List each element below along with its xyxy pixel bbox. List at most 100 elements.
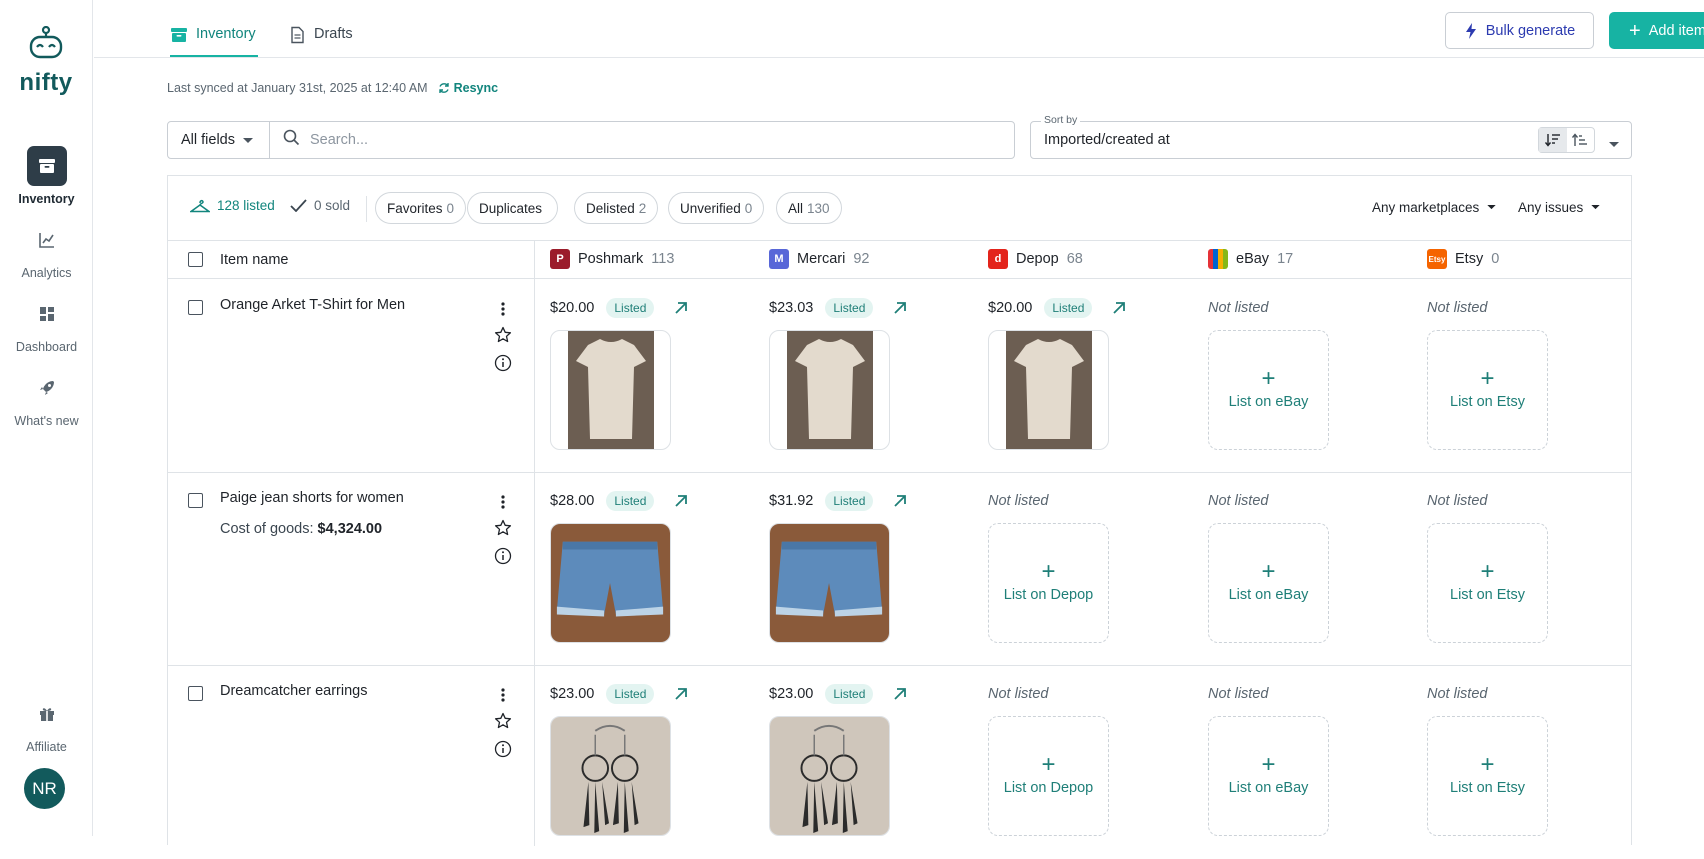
nav-inventory[interactable]: Inventory [0,146,93,206]
chip-label: Favorites [387,200,443,216]
issues-dropdown[interactable]: Any issues [1518,200,1600,215]
list-on-ebay-button[interactable]: + List on eBay [1208,523,1329,643]
caret-down-icon [1591,205,1600,210]
add-item-button[interactable]: + Add item [1609,12,1704,49]
column-ebay[interactable]: eBay 17 [1208,249,1293,269]
external-link-icon[interactable] [893,687,907,701]
sort-ascending-icon[interactable] [1567,128,1595,152]
price: $20.00 [988,300,1033,316]
more-options-icon[interactable] [501,302,505,316]
chip-delisted[interactable]: Delisted 2 [574,192,659,224]
list-on-depop-button[interactable]: + List on Depop [988,716,1109,836]
plus-icon: + [1261,751,1276,778]
list-on-depop-button[interactable]: + List on Depop [988,523,1109,643]
ebay-logo-icon [1208,249,1228,269]
caret-down-icon[interactable] [1609,135,1619,153]
table-header: Item name P Poshmark 113 M Mercari 92 d … [168,241,1631,279]
tab-drafts[interactable]: Drafts [288,26,353,57]
earrings-photo[interactable] [769,716,890,836]
chip-favorites[interactable]: Favorites 0 [375,192,467,224]
issues-dropdown-label: Any issues [1518,200,1584,215]
sort-select[interactable]: Sort by Imported/created at [1030,114,1632,159]
column-poshmark[interactable]: P Poshmark 113 [550,249,674,269]
nav-whats-new-label: What's new [14,414,79,428]
nav-dashboard[interactable]: Dashboard [0,294,93,354]
field-select[interactable]: All fields [167,121,270,159]
row-checkbox[interactable] [188,686,203,701]
sort-descending-icon[interactable] [1539,128,1567,152]
chip-count: 0 [744,200,753,216]
list-on-etsy-button[interactable]: + List on Etsy [1427,716,1548,836]
tshirt-photo[interactable] [550,330,671,450]
select-all-checkbox[interactable] [188,252,203,267]
marketplace-count: 0 [1491,251,1500,267]
column-depop[interactable]: d Depop 68 [988,249,1083,269]
price: $28.00 [550,493,595,509]
column-mercari[interactable]: M Mercari 92 [769,249,869,269]
column-etsy[interactable]: Etsy Etsy 0 [1427,249,1499,269]
list-on-ebay-button[interactable]: + List on eBay [1208,716,1329,836]
row-checkbox[interactable] [188,493,203,508]
nav-whats-new[interactable]: What's new [0,368,93,428]
more-options-icon[interactable] [501,688,505,702]
more-options-icon[interactable] [501,495,505,509]
external-link-icon[interactable] [674,687,688,701]
tab-inventory[interactable]: Inventory [170,26,258,57]
chip-all[interactable]: All 130 [776,192,842,224]
list-on-ebay-button[interactable]: + List on eBay [1208,330,1329,450]
info-icon[interactable] [494,547,512,565]
mercari-cell: $31.92 Listed [769,489,969,659]
item-name[interactable]: Dreamcatcher earrings [220,683,367,699]
tshirt-photo[interactable] [769,330,890,450]
status-badge: Listed [825,684,874,704]
cost-of-goods-value: $4,324.00 [317,521,383,537]
favorite-star-icon[interactable] [494,712,512,730]
item-name[interactable]: Orange Arket T-Shirt for Men [220,297,405,313]
marketplace-count: 17 [1277,251,1294,267]
list-on-etsy-button[interactable]: + List on Etsy [1427,330,1548,450]
external-link-icon[interactable] [674,301,688,315]
resync-link[interactable]: Resync [438,81,498,95]
sold-count: 0 sold [314,198,351,213]
avatar[interactable]: NR [24,768,65,809]
caret-down-icon [1487,205,1496,210]
earrings-photo[interactable] [550,716,671,836]
external-link-icon[interactable] [893,494,907,508]
plus-icon: + [1261,365,1276,392]
jean-shorts-photo[interactable] [769,523,890,643]
price: $20.00 [550,300,595,316]
nav-analytics[interactable]: Analytics [0,220,93,280]
item-name[interactable]: Paige jean shorts for women [220,490,404,506]
sold-filter[interactable]: 0 sold [290,198,350,213]
sort-by-label: Sort by [1041,114,1081,126]
search-box[interactable] [269,121,1015,159]
bulk-generate-button[interactable]: Bulk generate [1445,12,1594,49]
external-link-icon[interactable] [893,301,907,315]
favorite-star-icon[interactable] [494,326,512,344]
cost-of-goods: Cost of goods: $4,324.00 [220,521,382,537]
filter-bar: 128 listed 0 sold Favorites 0 Duplicates … [168,176,1631,241]
info-icon[interactable] [494,354,512,372]
nav-affiliate[interactable]: Affiliate [0,694,93,754]
external-link-icon[interactable] [674,494,688,508]
hanger-icon [190,199,210,212]
tshirt-photo[interactable] [988,330,1109,450]
favorite-star-icon[interactable] [494,519,512,537]
row-checkbox[interactable] [188,300,203,315]
etsy-cell: Not listed + List on Etsy [1427,296,1627,466]
chip-count: 2 [638,200,647,216]
etsy-logo-icon: Etsy [1427,249,1447,269]
table-row: Orange Arket T-Shirt for Men $20.00 Liste… [168,280,1631,473]
info-icon[interactable] [494,740,512,758]
jean-shorts-photo[interactable] [550,523,671,643]
field-select-value: All fields [181,132,235,148]
search-input[interactable] [310,132,950,148]
listed-filter[interactable]: 128 listed [190,198,275,213]
marketplaces-dropdown[interactable]: Any marketplaces [1372,200,1496,215]
chip-unverified[interactable]: Unverified 0 [668,192,765,224]
chip-duplicates[interactable]: Duplicates [467,192,559,224]
list-on-etsy-button[interactable]: + List on Etsy [1427,523,1548,643]
nifty-logo[interactable]: nifty [16,25,76,96]
external-link-icon[interactable] [1112,301,1126,315]
chip-label: Unverified [680,200,741,216]
